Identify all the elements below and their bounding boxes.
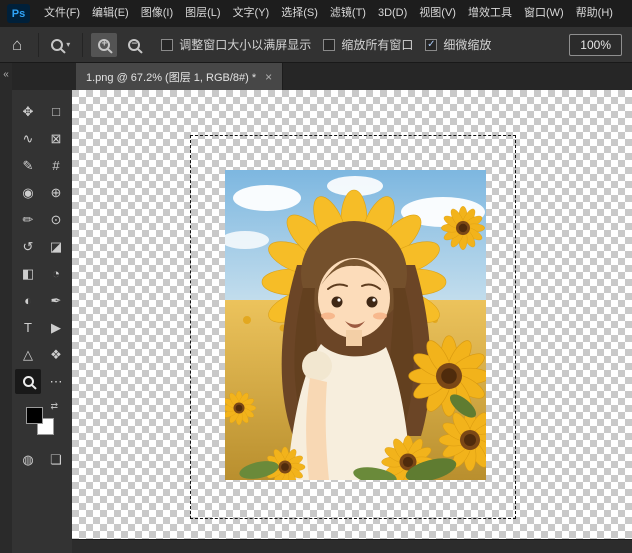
magnifier-icon: [22, 376, 34, 387]
menu-image[interactable]: 图像(I): [135, 0, 179, 27]
quick-mask-button[interactable]: ◍: [15, 447, 41, 472]
pen-tool[interactable]: ✒: [43, 288, 69, 313]
zoom-tool[interactable]: [15, 369, 41, 394]
brush-tool[interactable]: ✏: [15, 207, 41, 232]
hand-tool[interactable]: ❖: [43, 342, 69, 367]
zoom-out-icon: −: [128, 38, 141, 51]
menu-edit[interactable]: 编辑(E): [86, 0, 135, 27]
spot-healing-brush-tool[interactable]: ⊕: [43, 180, 69, 205]
checkbox-checked-icon[interactable]: ✓: [425, 38, 438, 51]
rectangular-marquee-tool[interactable]: □: [43, 99, 69, 124]
menu-select[interactable]: 选择(S): [275, 0, 324, 27]
divider: [82, 32, 84, 57]
gradient-tool[interactable]: ◧: [15, 261, 41, 286]
menu-type[interactable]: 文字(Y): [227, 0, 276, 27]
menu-help[interactable]: 帮助(H): [570, 0, 619, 27]
zoom-100-button[interactable]: 100%: [569, 33, 622, 56]
menu-file[interactable]: 文件(F): [38, 0, 86, 27]
menu-view[interactable]: 视图(V): [413, 0, 462, 27]
divider: [38, 32, 40, 57]
foreground-color-swatch[interactable]: [26, 407, 43, 424]
document-tab-title: 1.png @ 67.2% (图层 1, RGB/8#) *: [86, 71, 257, 84]
menu-window[interactable]: 窗口(W): [518, 0, 570, 27]
edit-toolbar-button[interactable]: ⋯: [43, 369, 69, 394]
checkbox-icon[interactable]: [161, 38, 174, 51]
document-tab[interactable]: 1.png @ 67.2% (图层 1, RGB/8#) * ×: [76, 63, 284, 90]
menu-filter[interactable]: 滤镜(T): [324, 0, 372, 27]
zoom-all-windows-checkbox[interactable]: 缩放所有窗口: [323, 36, 413, 53]
zoom-tool-preset[interactable]: ▾: [45, 35, 76, 55]
checkbox-icon[interactable]: [323, 38, 336, 51]
magnifier-icon: [51, 38, 64, 51]
sunflower-girl-artwork: [225, 170, 486, 480]
menu-plugins[interactable]: 增效工具: [462, 0, 518, 27]
eraser-tool[interactable]: ◪: [43, 234, 69, 259]
quick-selection-tool[interactable]: ✎: [15, 153, 41, 178]
tool-grid: ✥ □ ∿ ⊠ ✎ # ◉ ⊕ ✏ ⊙ ↺ ◪ ◧ ◔ ◐ ✒ T ▶ △ ❖ …: [14, 98, 70, 395]
photoshop-logo-icon: Ps: [7, 4, 30, 23]
zoom-in-button[interactable]: +: [91, 32, 118, 57]
history-brush-tool[interactable]: ↺: [15, 234, 41, 259]
blur-tool[interactable]: ◔: [43, 261, 69, 286]
dodge-tool[interactable]: ◐: [15, 288, 41, 313]
canvas-viewport[interactable]: [72, 90, 632, 539]
menu-bar: Ps 文件(F) 编辑(E) 图像(I) 图层(L) 文字(Y) 选择(S) 滤…: [0, 0, 632, 27]
screen-mode-button[interactable]: ❏: [43, 447, 69, 472]
zoom-in-icon: +: [98, 38, 111, 51]
eyedropper-tool[interactable]: ◉: [15, 180, 41, 205]
toolbar-bottom: ◍ ❏: [14, 446, 70, 473]
collapse-panels-icon[interactable]: «: [3, 69, 9, 80]
chevron-down-icon: ▾: [66, 40, 71, 49]
path-selection-tool[interactable]: ▶: [43, 315, 69, 340]
clone-stamp-tool[interactable]: ⊙: [43, 207, 69, 232]
status-bar: [72, 539, 632, 553]
move-tool[interactable]: ✥: [15, 99, 41, 124]
scrubby-zoom-checkbox[interactable]: ✓ 细微缩放: [425, 36, 491, 53]
lasso-tool[interactable]: ∿: [15, 126, 41, 151]
shape-tool[interactable]: △: [15, 342, 41, 367]
object-selection-tool[interactable]: ⊠: [43, 126, 69, 151]
resize-windows-checkbox[interactable]: 调整窗口大小以满屏显示: [161, 36, 311, 53]
tools-panel: ✥ □ ∿ ⊠ ✎ # ◉ ⊕ ✏ ⊙ ↺ ◪ ◧ ◔ ◐ ✒ T ▶ △ ❖ …: [12, 90, 72, 553]
color-swatches: ⇄: [26, 401, 58, 438]
tool-options-bar: ⌂ ▾ + − 调整窗口大小以满屏显示 缩放所有窗口 ✓ 细微缩放 100%: [0, 27, 632, 63]
close-icon[interactable]: ×: [265, 70, 272, 84]
panel-collapse-strip[interactable]: «: [0, 63, 12, 553]
menu-3d[interactable]: 3D(D): [372, 0, 413, 27]
home-icon[interactable]: ⌂: [0, 28, 32, 62]
menu-layer[interactable]: 图层(L): [179, 0, 226, 27]
main-area: « 1.png @ 67.2% (图层 1, RGB/8#) * × ✥ □ ∿…: [0, 63, 632, 553]
zoom-out-button[interactable]: −: [121, 33, 147, 57]
crop-tool[interactable]: #: [43, 153, 69, 178]
swap-colors-icon[interactable]: ⇄: [50, 401, 58, 412]
type-tool[interactable]: T: [15, 315, 41, 340]
document-tab-bar: 1.png @ 67.2% (图层 1, RGB/8#) * ×: [12, 63, 632, 90]
